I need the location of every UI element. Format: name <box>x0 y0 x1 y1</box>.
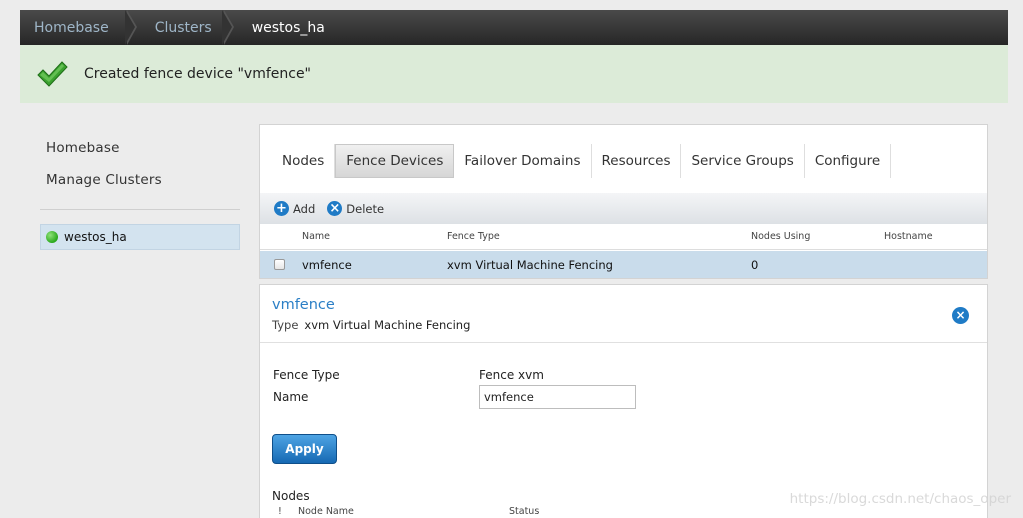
type-label: Type <box>272 318 299 332</box>
nodes-column-name: Node Name <box>298 506 354 517</box>
column-nodes-using[interactable]: Nodes Using <box>751 231 810 242</box>
add-label: Add <box>293 201 316 216</box>
tab-resources[interactable]: Resources <box>592 144 682 178</box>
column-fence-type[interactable]: Fence Type <box>447 231 500 242</box>
tab-fence-devices[interactable]: Fence Devices <box>335 144 455 178</box>
fence-type-label: Fence Type <box>273 368 340 382</box>
table-row[interactable]: vmfence xvm Virtual Machine Fencing 0 <box>260 251 987 278</box>
column-hostname[interactable]: Hostname <box>884 231 933 242</box>
close-detail-icon[interactable]: × <box>952 307 969 324</box>
fence-device-detail: vmfence Type xvm Virtual Machine Fencing … <box>259 284 988 518</box>
nodes-column-flag: ! <box>278 506 282 517</box>
plus-icon: + <box>274 201 289 216</box>
watermark: https://blog.csdn.net/chaos_oper <box>789 491 1011 507</box>
cell-fence-type: xvm Virtual Machine Fencing <box>447 257 613 272</box>
cluster-tabs: Nodes Fence Devices Failover Domains Res… <box>272 144 892 178</box>
tab-configure[interactable]: Configure <box>805 144 892 178</box>
sidebar-item-manage-clusters[interactable]: Manage Clusters <box>46 172 162 188</box>
tab-nodes[interactable]: Nodes <box>272 144 336 178</box>
name-label: Name <box>273 390 309 404</box>
sidebar-item-cluster[interactable]: westos_ha <box>40 224 240 250</box>
fence-type-value: Fence xvm <box>479 368 544 382</box>
sidebar-item-homebase[interactable]: Homebase <box>46 140 120 156</box>
row-checkbox[interactable] <box>274 259 285 270</box>
nodes-column-status: Status <box>509 506 540 517</box>
breadcrumb-clusters[interactable]: Clusters <box>141 10 226 45</box>
table-header: Name Fence Type Nodes Using Hostname <box>260 224 987 250</box>
divider <box>260 342 987 343</box>
breadcrumb-separator <box>124 10 141 45</box>
device-title: vmfence <box>272 297 335 313</box>
breadcrumb-current-cluster: westos_ha <box>251 19 325 36</box>
breadcrumb: Homebase Clusters westos_ha <box>20 10 1008 45</box>
status-online-icon <box>46 231 58 243</box>
cell-name: vmfence <box>302 257 352 272</box>
delete-button[interactable]: × Delete <box>327 201 384 216</box>
apply-button[interactable]: Apply <box>272 434 337 464</box>
type-value: xvm Virtual Machine Fencing <box>304 318 471 332</box>
sidebar: Homebase Manage Clusters westos_ha <box>20 103 259 518</box>
device-type: Type xvm Virtual Machine Fencing <box>272 318 470 332</box>
close-icon: × <box>327 201 343 216</box>
success-notification: Created fence device "vmfence" <box>20 45 1008 103</box>
tab-service-groups[interactable]: Service Groups <box>681 144 805 178</box>
cluster-name: westos_ha <box>64 230 127 244</box>
notification-message: Created fence device "vmfence" <box>84 66 311 82</box>
add-button[interactable]: + Add <box>274 201 315 216</box>
column-name[interactable]: Name <box>302 231 330 242</box>
breadcrumb-homebase[interactable]: Homebase <box>20 10 129 45</box>
breadcrumb-separator <box>221 10 238 45</box>
checkmark-icon <box>37 61 68 87</box>
sidebar-divider <box>40 209 240 210</box>
delete-label: Delete <box>346 201 385 216</box>
table-toolbar: + Add × Delete <box>260 193 987 224</box>
nodes-section-label: Nodes <box>272 489 310 503</box>
name-field[interactable] <box>479 385 636 409</box>
cell-nodes-using: 0 <box>751 257 759 272</box>
fence-devices-panel: Nodes Fence Devices Failover Domains Res… <box>259 124 988 279</box>
tab-failover-domains[interactable]: Failover Domains <box>454 144 592 178</box>
